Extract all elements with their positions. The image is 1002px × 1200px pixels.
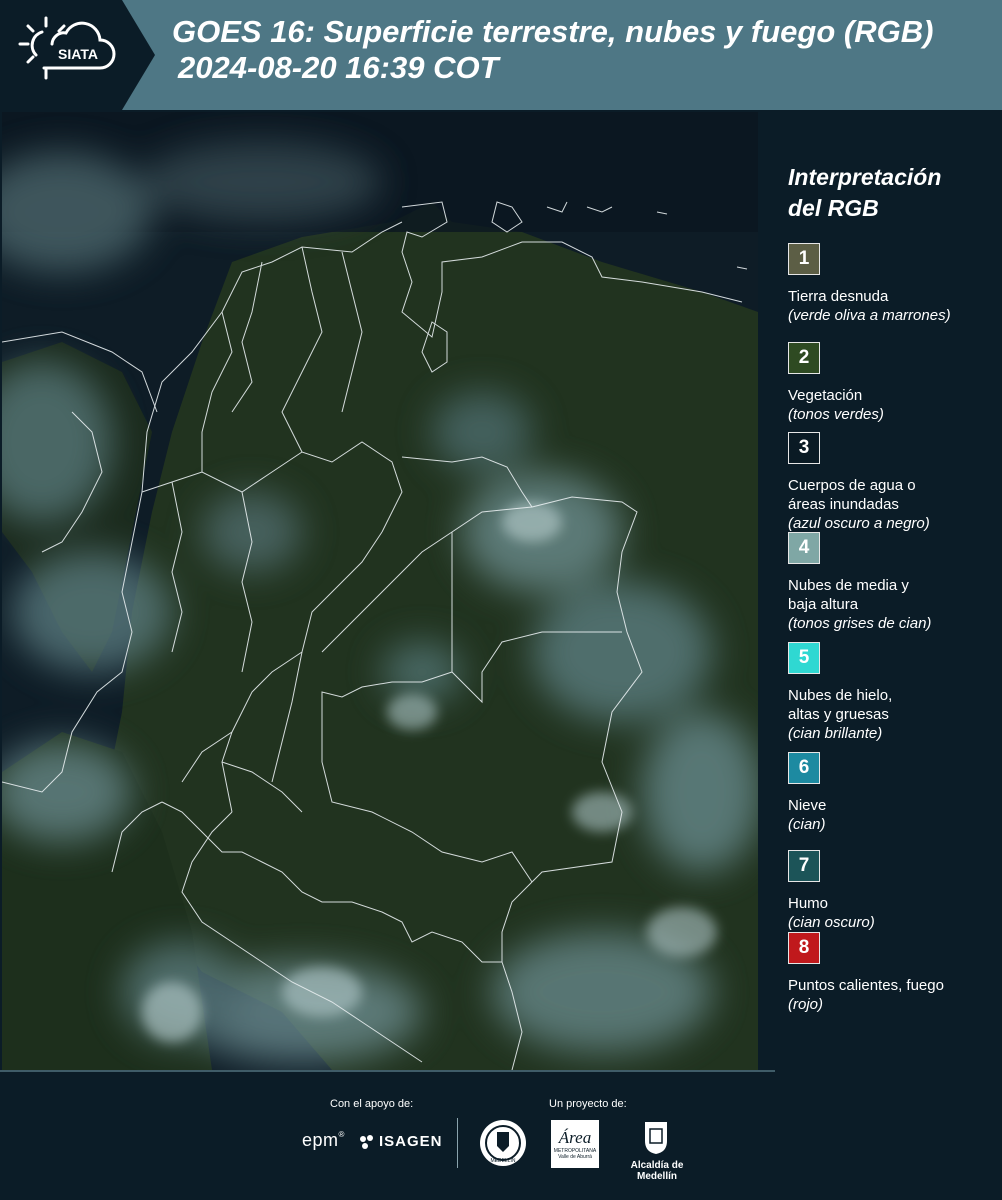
alcaldia-label: Alcaldía de Medellín	[630, 1160, 684, 1182]
legend-swatch: 8	[788, 932, 820, 964]
legend-sublabel: (cian oscuro)	[788, 914, 875, 931]
legend-item: 6 Nieve (cian)	[788, 752, 998, 834]
legend-label: Nubes de hielo, altas y gruesas	[788, 687, 893, 723]
legend-label: Cuerpos de agua o áreas inundadas	[788, 477, 916, 513]
legend-sublabel: (cian)	[788, 816, 826, 833]
isagen-text: ISAGEN	[379, 1133, 443, 1150]
isagen-icon	[360, 1134, 373, 1149]
footer-divider	[0, 1070, 775, 1072]
legend-item: 4 Nubes de media y baja altura (tonos gris…	[788, 532, 998, 633]
svg-text:MEDELLÍN: MEDELLÍN	[490, 1157, 515, 1164]
university-seal-icon: MEDELLÍN	[480, 1120, 526, 1166]
legend-title: Interpretación del RGB	[788, 162, 941, 224]
siata-logo: SIATA	[0, 0, 155, 110]
legend-sublabel: (verde oliva a marrones)	[788, 307, 951, 324]
legend-label: Nieve	[788, 797, 827, 814]
legend-sublabel: (rojo)	[788, 996, 824, 1013]
page-title: GOES 16: Superficie terrestre, nubes y f…	[172, 14, 933, 86]
legend-swatch: 3	[788, 432, 820, 464]
legend-item: 2 Vegetación (tonos verdes)	[788, 342, 998, 424]
legend-item: 7 Humo (cian oscuro)	[788, 850, 998, 932]
legend-item: 8 Puntos calientes, fuego (rojo)	[788, 932, 998, 1014]
legend-title-line2: del RGB	[788, 195, 879, 221]
legend-title-line1: Interpretación	[788, 164, 942, 190]
legend-swatch: 4	[788, 532, 820, 564]
epm-logo: epm®	[302, 1130, 345, 1150]
legend-swatch: 7	[788, 850, 820, 882]
svg-text:SIATA: SIATA	[58, 46, 98, 62]
legend-label: Vegetación	[788, 387, 863, 404]
legend-label: Puntos calientes, fuego	[788, 977, 944, 994]
legend-swatch: 2	[788, 342, 820, 374]
legend-swatch: 1	[788, 243, 820, 275]
legend-sublabel: (azul oscuro a negro)	[788, 515, 930, 532]
satellite-image	[2, 112, 758, 1070]
isagen-logo: ISAGEN	[358, 1133, 443, 1150]
legend-panel: Interpretación del RGB 1 Tierra desnuda (v…	[760, 110, 1002, 1070]
legend-swatch: 6	[788, 752, 820, 784]
legend-label: Nubes de media y baja altura	[788, 577, 909, 613]
header-bar: SIATA GOES 16: Superficie terrestre, nub…	[0, 0, 1002, 110]
alcaldia-shield-icon	[645, 1122, 667, 1154]
legend-item: 1 Tierra desnuda (verde oliva a marrones)	[788, 243, 998, 325]
legend-item: 5 Nubes de hielo, altas y gruesas (cian br…	[788, 642, 998, 743]
support-label: Con el apoyo de:	[330, 1098, 414, 1110]
footer-separator	[457, 1118, 458, 1168]
area-logo-sub2: Valle de Aburrá	[558, 1154, 592, 1160]
legend-label: Humo	[788, 895, 829, 912]
project-label: Un proyecto de:	[549, 1098, 627, 1110]
legend-sublabel: (cian brillante)	[788, 725, 883, 742]
legend-item: 3 Cuerpos de agua o áreas inundadas (azul …	[788, 432, 998, 533]
title-line1: GOES 16: Superficie terrestre, nubes y f…	[172, 14, 934, 49]
legend-sublabel: (tonos verdes)	[788, 406, 884, 423]
epm-text: epm	[302, 1130, 339, 1150]
title-line2: 2024-08-20 16:39 COT	[178, 50, 499, 85]
legend-sublabel: (tonos grises de cian)	[788, 615, 932, 632]
area-logo-text: Área	[558, 1128, 592, 1147]
area-metropolitana-logo: Área METROPOLITANA Valle de Aburrá	[551, 1120, 599, 1168]
legend-label: Tierra desnuda	[788, 288, 889, 305]
legend-swatch: 5	[788, 642, 820, 674]
satellite-map[interactable]	[2, 112, 758, 1070]
